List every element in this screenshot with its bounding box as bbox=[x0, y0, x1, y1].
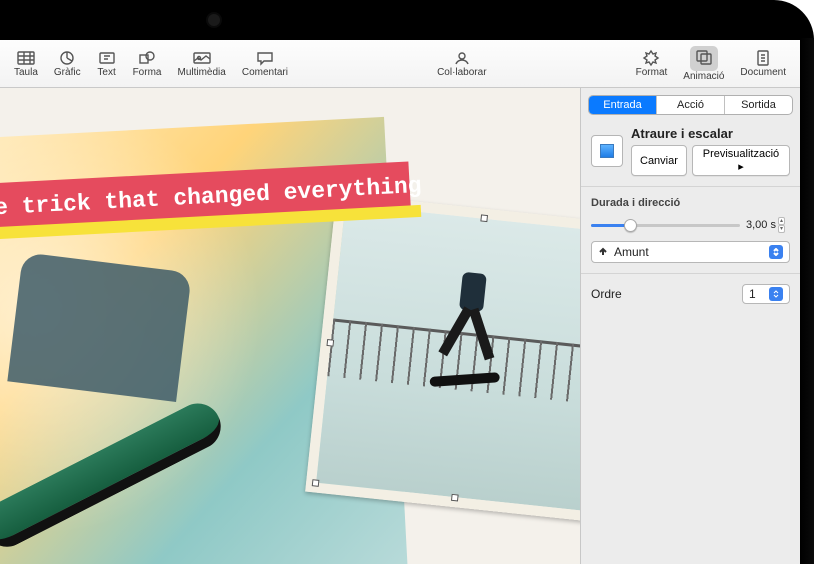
previsualitzacio-button[interactable]: Previsualització ▸ bbox=[692, 145, 790, 176]
tool-label: Animació bbox=[683, 71, 724, 82]
animation-tabs: Entrada Acció Sortida bbox=[588, 95, 793, 115]
tool-multimedia[interactable]: Multimèdia bbox=[169, 47, 233, 80]
tool-animacio[interactable]: Animació bbox=[675, 44, 732, 84]
device-edge bbox=[800, 38, 814, 564]
inspector-sidebar: Entrada Acció Sortida Atraure i escalar … bbox=[580, 88, 800, 564]
durada-slider[interactable] bbox=[591, 217, 740, 233]
tool-label: Forma bbox=[133, 67, 162, 78]
chevron-updown-icon bbox=[769, 245, 783, 259]
tool-collaborar[interactable]: Col·laborar bbox=[429, 47, 494, 80]
tool-label: Col·laborar bbox=[437, 67, 486, 78]
tool-label: Taula bbox=[14, 67, 38, 78]
tool-forma[interactable]: Forma bbox=[125, 47, 170, 80]
tool-comentari[interactable]: Comentari bbox=[234, 47, 296, 80]
tool-label: Document bbox=[740, 67, 786, 78]
arrow-up-icon bbox=[598, 247, 608, 257]
tool-label: Format bbox=[636, 67, 668, 78]
tool-format[interactable]: Format bbox=[628, 47, 676, 80]
chevron-updown-icon bbox=[769, 287, 783, 301]
tool-label: Gràfic bbox=[54, 67, 81, 78]
direccio-value: Amunt bbox=[614, 245, 649, 259]
ordre-value: 1 bbox=[749, 287, 756, 301]
toolbar: Taula Gràfic Text Forma Multimèdia Comen… bbox=[0, 40, 800, 88]
tool-text[interactable]: Text bbox=[89, 47, 125, 80]
direccio-select[interactable]: Amunt bbox=[591, 241, 790, 263]
durada-label: Durada i direcció bbox=[591, 197, 790, 209]
effect-thumb bbox=[591, 135, 623, 167]
slide-canvas[interactable]: e trick that changed everything bbox=[0, 88, 580, 564]
tool-label: Comentari bbox=[242, 67, 288, 78]
durada-value: 3,00 s bbox=[746, 219, 776, 231]
durada-stepper[interactable]: ▴▾ bbox=[778, 217, 785, 233]
tool-taula[interactable]: Taula bbox=[6, 47, 46, 80]
tab-entrada[interactable]: Entrada bbox=[589, 96, 657, 114]
tool-document[interactable]: Document bbox=[732, 47, 794, 80]
photo-skater-rail[interactable] bbox=[305, 193, 580, 523]
ordre-select[interactable]: 1 bbox=[742, 284, 790, 304]
ordre-label: Ordre bbox=[591, 287, 622, 301]
tab-accio[interactable]: Acció bbox=[657, 96, 725, 114]
tab-sortida[interactable]: Sortida bbox=[725, 96, 792, 114]
tool-grafic[interactable]: Gràfic bbox=[46, 47, 89, 80]
tool-label: Multimèdia bbox=[177, 67, 225, 78]
tool-label: Text bbox=[97, 67, 115, 78]
device-bezel bbox=[0, 0, 814, 40]
effect-name: Atraure i escalar bbox=[631, 126, 790, 141]
canviar-button[interactable]: Canviar bbox=[631, 145, 687, 176]
